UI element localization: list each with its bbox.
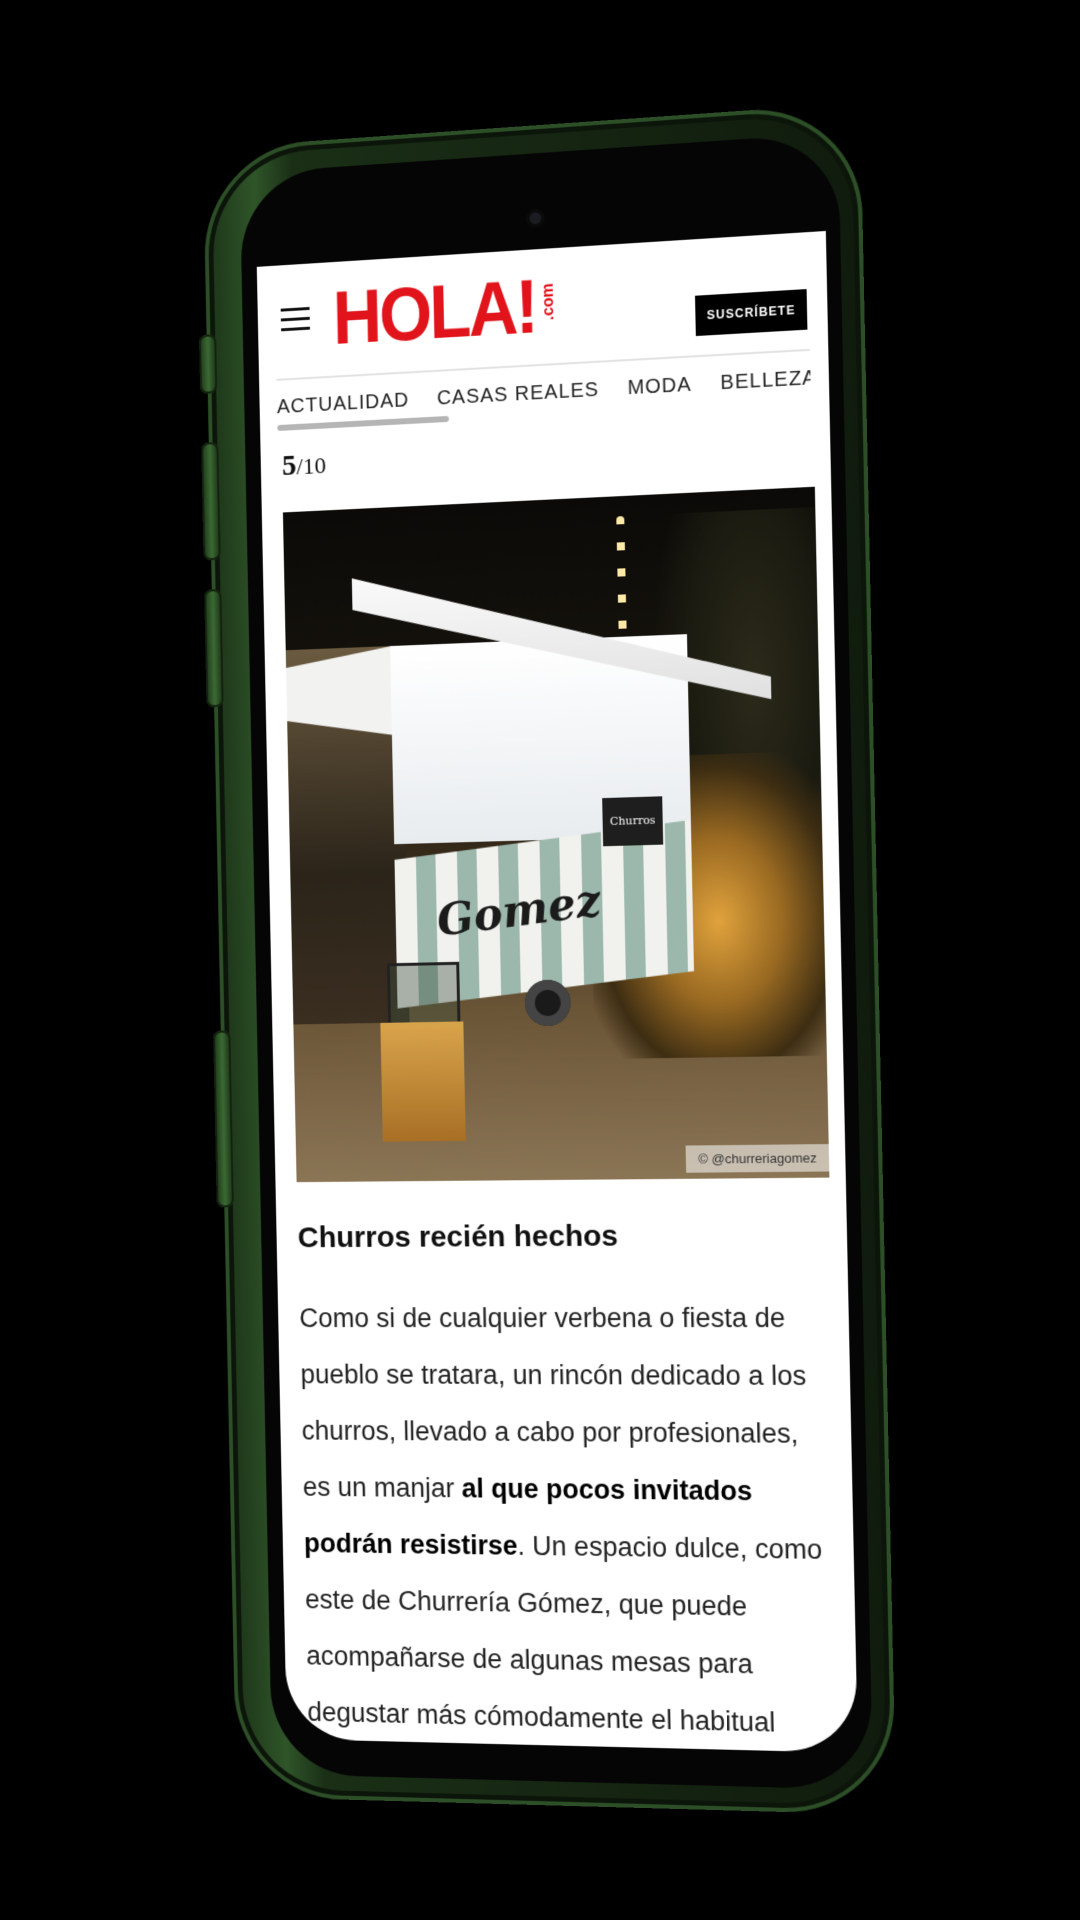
gallery-total: /10 <box>296 453 326 480</box>
sim-tray <box>213 1031 234 1208</box>
nav-active-indicator <box>277 416 448 431</box>
article-body-part2: . Un espacio dulce, como este de Churrer… <box>305 1531 823 1753</box>
gallery-current: 5 <box>282 449 297 482</box>
phone-mockup: HOLA! .com SUSCRÍBETE ACTUALIDAD CASAS R… <box>203 102 897 1815</box>
nav-item-label: ACTUALIDAD <box>277 389 410 418</box>
action-button <box>199 334 217 394</box>
article-title: Churros recién hechos <box>297 1218 824 1255</box>
nav-item-moda[interactable]: MODA <box>627 358 692 401</box>
cart-sign: Churros <box>602 796 663 846</box>
photo-string-lights <box>616 516 627 647</box>
stage: HOLA! .com SUSCRÍBETE ACTUALIDAD CASAS R… <box>0 0 1080 1920</box>
cart-wheel <box>525 979 572 1026</box>
logo-suffix: .com <box>540 283 559 321</box>
subscribe-button[interactable]: SUSCRÍBETE <box>695 289 807 336</box>
article-body-part1: Como si de cualquier verbena o fiesta de… <box>299 1303 807 1504</box>
volume-up-button <box>201 442 221 560</box>
gallery-photo[interactable]: Gomez Churros © @churreriagomez <box>283 487 829 1182</box>
volume-down-button <box>204 589 224 707</box>
photo-shelf <box>380 1021 465 1141</box>
front-camera-icon <box>526 209 544 228</box>
gallery-counter: 5/10 <box>282 422 808 483</box>
hamburger-menu-icon[interactable] <box>281 307 310 332</box>
nav-item-belleza[interactable]: BELLEZA <box>720 351 811 395</box>
article-body: Como si de cualquier verbena o fiesta de… <box>299 1289 837 1752</box>
phone-screen: HOLA! .com SUSCRÍBETE ACTUALIDAD CASAS R… <box>257 231 858 1753</box>
phone-bezel: HOLA! .com SUSCRÍBETE ACTUALIDAD CASAS R… <box>240 133 874 1790</box>
nav-item-actualidad[interactable]: ACTUALIDAD <box>276 373 409 419</box>
hola-logo[interactable]: HOLA! <box>332 267 537 359</box>
photo-credit: © @churreriagomez <box>686 1144 829 1173</box>
nav-item-casas-reales[interactable]: CASAS REALES <box>436 363 599 411</box>
